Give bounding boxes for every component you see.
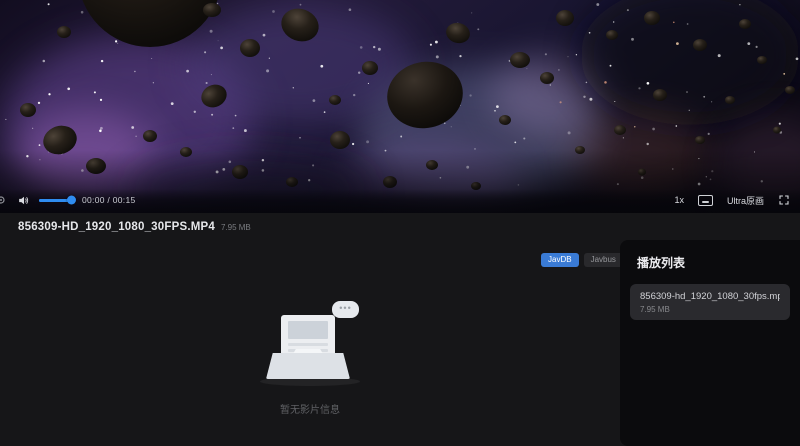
file-title: 856309-HD_1920_1080_30FPS.MP4 [18,221,215,233]
source-tabs: JavDB Javbus [541,253,623,267]
playlist-item-size: 7.95 MB [640,305,780,314]
speech-bubble-icon: ••• [332,301,359,318]
subtitle-icon[interactable] [698,195,713,206]
volume-slider[interactable] [39,199,73,202]
speed-button[interactable]: 1x [674,195,684,205]
tab-javdb[interactable]: JavDB [541,253,579,267]
file-size: 7.95 MB [221,223,251,232]
tab-javbus[interactable]: Javbus [584,253,623,267]
playlist-item[interactable]: 856309-hd_1920_1080_30fps.mp4 7.95 MB [630,284,790,320]
playlist-item-name: 856309-hd_1920_1080_30fps.mp4 [640,291,780,302]
empty-state: ••• 暂无影片信息 [0,301,620,416]
page-content: 856309-HD_1920_1080_30FPS.MP4 7.95 MB Ja… [0,213,800,446]
video-area[interactable]: 00:00 / 00:15 1x Ultra原画 [0,0,800,213]
video-frame[interactable] [0,0,800,213]
playlist-title: 播放列表 [620,240,800,271]
empty-message: 暂无影片信息 [0,401,620,416]
fullscreen-icon[interactable] [778,194,790,206]
playlist-panel: 播放列表 856309-hd_1920_1080_30fps.mp4 7.95 … [620,240,800,446]
player-controls: 00:00 / 00:15 1x Ultra原画 [0,189,800,213]
empty-illustration-icon: ••• [255,301,365,387]
volume-thumb[interactable] [67,196,76,205]
file-header: 856309-HD_1920_1080_30FPS.MP4 7.95 MB [18,221,251,233]
time-display: 00:00 / 00:15 [82,195,136,205]
volume-icon[interactable] [17,194,30,207]
quality-button[interactable]: Ultra原画 [727,194,764,207]
empty-tray [266,353,350,379]
settings-icon[interactable] [0,194,7,206]
